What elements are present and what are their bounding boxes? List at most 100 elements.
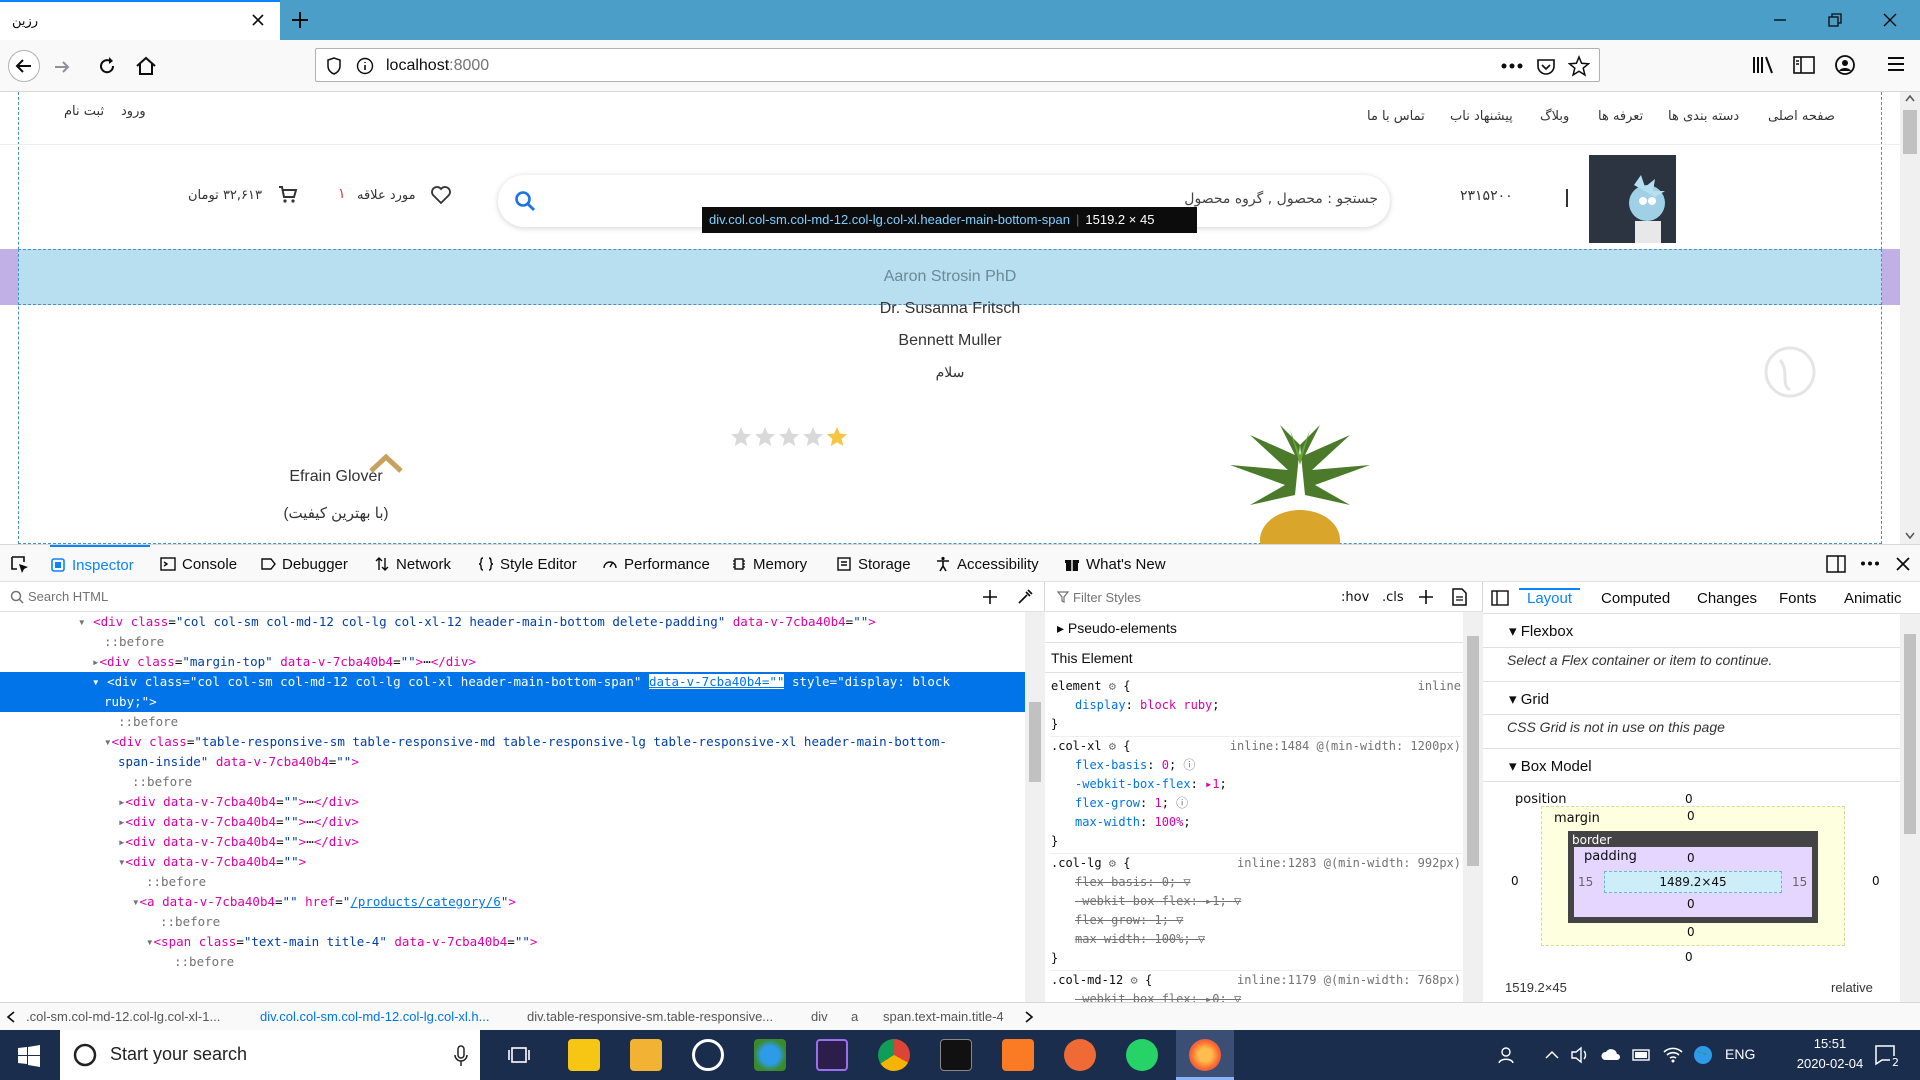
rule-col-xl[interactable]: .col-xl ⚙ { inline:1484 @(min-width: 120…: [1051, 736, 1461, 756]
rule-col-md-12[interactable]: .col-md-12 ⚙ { inline:1179 @(min-width: …: [1051, 970, 1461, 990]
layout-scrollbar[interactable]: [1900, 614, 1920, 1002]
search-html-input[interactable]: Search HTML: [28, 589, 108, 604]
nav-contact[interactable]: تماس با ما: [1367, 109, 1425, 124]
phpstorm-icon[interactable]: [816, 1039, 848, 1071]
nav-home[interactable]: صفحه اصلی: [1768, 109, 1835, 124]
tab-layout[interactable]: Layout: [1519, 588, 1581, 607]
dom-line[interactable]: ▾<a data-v-7cba40b4="" href="/products/c…: [132, 892, 516, 912]
rule-decl[interactable]: display: block ruby;: [1051, 696, 1461, 715]
close-tab-icon[interactable]: [250, 12, 266, 28]
tab-performance[interactable]: Performance: [602, 545, 710, 583]
rule-element[interactable]: element ⚙ { inline: [1051, 677, 1461, 696]
rule-col-lg[interactable]: .col-lg ⚙ { inline:1283 @(min-width: 992…: [1051, 853, 1461, 873]
microphone-icon[interactable]: [454, 1045, 468, 1067]
back-button[interactable]: [8, 50, 40, 82]
dom-line[interactable]: ▾<span class="text-main title-4" data-v-…: [146, 932, 537, 952]
dom-line[interactable]: ▾<div data-v-7cba40b4="">: [118, 852, 306, 872]
crumb-left-icon[interactable]: [6, 1011, 16, 1023]
menu-item-2[interactable]: Dr. Susanna Fritsch: [0, 300, 1900, 318]
chrome-icon[interactable]: [878, 1039, 910, 1071]
rule-decl[interactable]: -webkit-box-flex: ▸1; ▽: [1051, 892, 1461, 911]
dom-tree[interactable]: ▾ <div class="col col-sm col-md-12 col-l…: [0, 612, 1025, 972]
cloud-sync-icon[interactable]: [1600, 1046, 1622, 1064]
crumb-6[interactable]: span.text-main.title-4: [883, 1009, 1004, 1024]
tray-globe-icon[interactable]: [1692, 1044, 1714, 1066]
forward-arrow-icon[interactable]: [52, 57, 72, 77]
rule-decl[interactable]: flex-basis: 0; ⓘ: [1051, 756, 1461, 775]
tab-accessibility[interactable]: Accessibility: [935, 545, 1039, 583]
sidebar-icon[interactable]: [1793, 55, 1815, 75]
url-bar[interactable]: localhost:8000: [315, 48, 1600, 82]
shield-icon[interactable]: [326, 57, 342, 75]
scroll-thumb[interactable]: [1467, 636, 1479, 866]
markup-scrollbar[interactable]: [1025, 612, 1045, 1002]
flexbox-section[interactable]: ▾ Flexbox: [1483, 614, 1920, 648]
boxmodel-section[interactable]: ▾ Box Model: [1483, 748, 1920, 782]
volume-icon[interactable]: [1570, 1046, 1590, 1064]
rule-decl[interactable]: flex-grow: 1; ⓘ: [1051, 794, 1461, 813]
tab-debugger[interactable]: Debugger: [260, 545, 348, 583]
bm-margin-box[interactable]: margin 0 0 border padding 0 15 15 0 1489…: [1541, 806, 1845, 946]
dom-line[interactable]: ▸<div data-v-7cba40b4="">⋯</div>: [118, 812, 359, 832]
dom-line[interactable]: ::before: [132, 772, 192, 792]
dom-line-selected[interactable]: ruby;">: [0, 692, 1025, 712]
dom-line[interactable]: ::before: [118, 712, 178, 732]
more-options-icon[interactable]: [1860, 561, 1880, 566]
pseudo-elements-toggle[interactable]: ▸ Pseudo-elements: [1057, 620, 1177, 637]
bookmark-star-icon[interactable]: [1568, 55, 1590, 77]
restore-icon[interactable]: [1825, 10, 1845, 30]
dom-line[interactable]: ::before: [174, 952, 234, 972]
nav-blog[interactable]: وبلاگ: [1540, 109, 1569, 124]
people-icon[interactable]: [1498, 1046, 1518, 1064]
dom-line-selected[interactable]: ▾ <div class="col col-sm col-md-12 col-l…: [0, 672, 1025, 692]
tab-console[interactable]: Console: [160, 545, 237, 583]
dom-line[interactable]: ▸<div class="margin-top" data-v-7cba40b4…: [92, 652, 476, 672]
new-tab-icon[interactable]: [290, 10, 310, 30]
scroll-thumb[interactable]: [1029, 702, 1041, 782]
dom-line[interactable]: ▾ <div class="col col-sm col-md-12 col-l…: [78, 612, 876, 632]
class-toggle[interactable]: .cls: [1382, 590, 1404, 605]
page-actions-icon[interactable]: [1501, 63, 1523, 69]
menu-item-4[interactable]: سلام: [0, 364, 1900, 381]
info-icon[interactable]: [356, 57, 374, 75]
taskbar-search[interactable]: Start your search: [60, 1030, 480, 1080]
menu-icon[interactable]: [1886, 55, 1906, 73]
whatsapp-icon[interactable]: [1126, 1039, 1158, 1071]
clock-time[interactable]: 15:51: [1790, 1036, 1870, 1051]
tab-changes[interactable]: Changes: [1697, 590, 1757, 607]
browser-tab[interactable]: رزین: [0, 0, 280, 42]
rule-decl[interactable]: -webkit-box-flex: ▸1;: [1051, 775, 1461, 794]
site-logo[interactable]: [1589, 155, 1676, 243]
bm-content-box[interactable]: 1489.2×45: [1604, 871, 1782, 893]
bm-padding-box[interactable]: padding 0 15 15 0 1489.2×45: [1574, 847, 1812, 917]
wifi-icon[interactable]: [1662, 1046, 1684, 1064]
firefox-taskbar-item[interactable]: [1176, 1030, 1234, 1080]
menu-item-3[interactable]: Bennett Muller: [0, 332, 1900, 350]
crumb-4[interactable]: div: [811, 1009, 828, 1024]
dom-line[interactable]: ▸<div data-v-7cba40b4="">⋯</div>: [118, 832, 359, 852]
product-name[interactable]: Efrain Glover: [0, 468, 1286, 486]
add-node-icon[interactable]: [981, 588, 999, 606]
dom-line[interactable]: ::before: [146, 872, 206, 892]
crumb-3[interactable]: div.table-responsive-sm.table-responsive…: [527, 1009, 773, 1024]
url-text[interactable]: localhost:8000: [386, 57, 489, 75]
dom-line[interactable]: span-inside" data-v-7cba40b4="">: [118, 752, 359, 772]
bm-border-box[interactable]: border padding 0 15 15 0 1489.2×45: [1568, 831, 1818, 923]
tab-computed[interactable]: Computed: [1601, 590, 1670, 607]
heart-icon[interactable]: [430, 185, 452, 205]
toggle-pane-icon[interactable]: [1491, 590, 1509, 606]
scroll-thumb[interactable]: [1904, 634, 1916, 834]
file-explorer-icon[interactable]: [630, 1039, 662, 1071]
register-link[interactable]: ثبت نام: [64, 104, 104, 119]
globe-app-icon[interactable]: [754, 1039, 786, 1071]
kmplayer-icon[interactable]: [568, 1039, 600, 1071]
rule-decl[interactable]: flex-basis: 0; ▽: [1051, 873, 1461, 892]
nav-offer[interactable]: پیشنهاد ناب: [1450, 109, 1513, 124]
print-media-icon[interactable]: [1451, 588, 1467, 606]
xampp-icon[interactable]: [1002, 1039, 1034, 1071]
menu-item-1[interactable]: Aaron Strosin PhD: [0, 268, 1900, 286]
login-link[interactable]: ورود: [121, 104, 146, 119]
windows-start-icon[interactable]: [18, 1045, 40, 1067]
home-icon[interactable]: [134, 54, 158, 78]
dom-line[interactable]: ::before: [160, 912, 220, 932]
